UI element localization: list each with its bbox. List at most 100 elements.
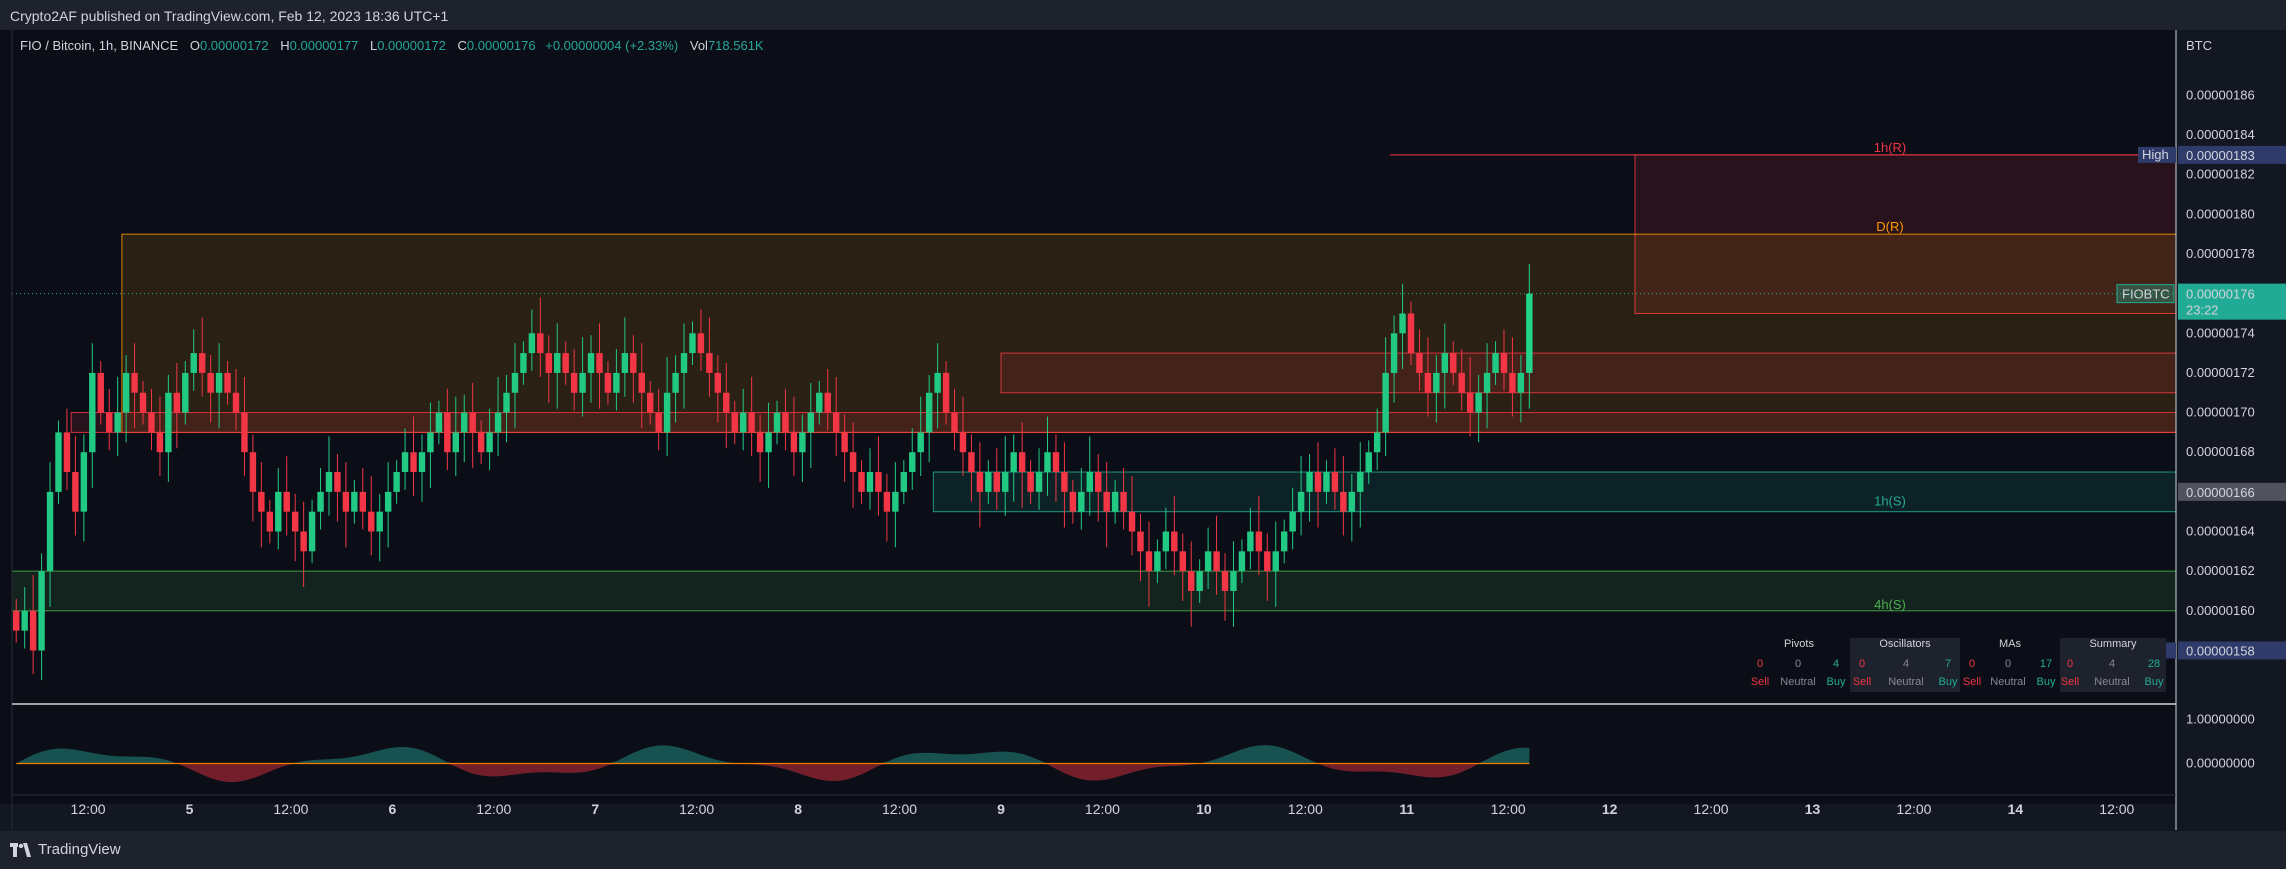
candle-body [477, 432, 485, 453]
volume-label: Vol [689, 38, 708, 53]
candle-body [756, 432, 764, 453]
candle-body [748, 412, 755, 433]
candle-body [334, 472, 341, 492]
candle-body [630, 353, 637, 373]
candle-body [1433, 372, 1440, 393]
candle-body [1230, 571, 1237, 591]
candle-body [1416, 353, 1423, 373]
candle-body [799, 432, 806, 453]
candle-body [1052, 452, 1060, 473]
candle-body [1306, 472, 1313, 492]
candle-body [1331, 472, 1339, 492]
candle-body [866, 472, 874, 492]
candle-body [139, 392, 147, 413]
candle-body [461, 412, 468, 433]
candle-body [368, 511, 375, 532]
candle-body [122, 372, 130, 413]
candle-body [723, 392, 730, 413]
widget-title: Pivots [1784, 638, 1814, 650]
buy-count: 28 [2147, 658, 2161, 670]
candle-body [934, 372, 941, 393]
high-tag-label: High [2142, 147, 2169, 162]
candle-body [917, 432, 924, 453]
candle-body [1044, 452, 1051, 473]
candle-body [1187, 571, 1195, 591]
candle-body [1340, 491, 1347, 512]
candle-body [469, 412, 476, 433]
candle-body [1010, 452, 1017, 473]
zone-box [1000, 352, 2177, 394]
candle-body [706, 353, 713, 373]
time-tick-label: 12:00 [1288, 801, 1323, 817]
time-tick-label: 12:00 [1085, 801, 1120, 817]
oscillator-tick-label: 1.00000000 [2186, 711, 2255, 726]
candle-body [672, 372, 679, 393]
zone-label: 1h(R) [1874, 140, 1907, 155]
candle-body [1111, 491, 1119, 512]
time-tick-label: 10 [1196, 801, 1212, 817]
candle-body [1061, 472, 1068, 492]
candle-body [494, 412, 502, 433]
buy-label: Buy [2144, 676, 2164, 688]
candle-body [1314, 472, 1322, 492]
candle-body [528, 333, 536, 354]
candle-body [215, 372, 223, 393]
candle-body [1365, 452, 1372, 473]
tradingview-brand[interactable]: TradingView [10, 841, 121, 858]
countdown-label: 23:22 [2186, 303, 2219, 318]
candle-body [29, 610, 37, 651]
candle-body [1221, 571, 1229, 591]
price-tick-label: 0.00000164 [2186, 524, 2255, 539]
candle-body [249, 452, 257, 492]
candle-body [291, 511, 299, 532]
candle-body [537, 333, 544, 354]
candle-body [604, 372, 612, 393]
candle-body [892, 491, 899, 512]
open-value: 0.00000172 [199, 38, 269, 53]
widget-col-mas: MAs 0 0 17 Sell Neutral Buy [1962, 638, 2058, 692]
candle-body [89, 372, 96, 453]
candle-body [1373, 432, 1381, 453]
technical-summary-widget: Pivots 0 0 4 Sell Neutral Buy Oscillators 0 4… [1750, 638, 2170, 692]
widget-title: MAs [1999, 638, 2021, 650]
price-tick-label: 0.00000168 [2186, 444, 2255, 459]
candle-body [925, 392, 933, 433]
candle-body [1475, 392, 1482, 413]
candle-body [1450, 353, 1457, 373]
candle-body [1348, 491, 1356, 512]
candle-body [841, 432, 848, 453]
zone-box [11, 570, 2177, 612]
high-price-label: 0.00000183 [2186, 148, 2255, 163]
candle-body [1382, 372, 1389, 433]
candle-body [148, 412, 155, 433]
open-label: O [189, 38, 200, 53]
price-tick-label: 0.00000178 [2186, 246, 2255, 261]
candle-body [1289, 511, 1296, 532]
candle-body [646, 392, 654, 413]
candle-body [1526, 293, 1533, 373]
candle-body [165, 392, 172, 453]
candle-body [596, 353, 603, 373]
candle-body [1162, 531, 1170, 552]
candle-body [1145, 551, 1153, 572]
candle-body [739, 412, 747, 433]
candle-body [275, 491, 282, 532]
time-tick-label: 12:00 [2099, 801, 2134, 817]
candle-body [300, 531, 307, 552]
sell-count: 0 [1858, 658, 1866, 670]
price-chart[interactable]: 1h(R) D(R) 1h(S) 4h(S) 0.00000186 0.00000184… [0, 0, 2286, 869]
sell-label: Sell [1962, 676, 1982, 688]
candle-body [1500, 353, 1508, 373]
candle-body [731, 412, 738, 433]
high-value: 0.00000177 [289, 38, 359, 53]
candle-body [359, 491, 367, 512]
time-tick-label: 11 [1399, 801, 1414, 817]
price-tick-label: 0.00000162 [2186, 563, 2255, 578]
candle-body [1078, 491, 1085, 512]
candle-body [1196, 571, 1203, 591]
neutral-count: 4 [1902, 658, 1910, 670]
candle-body [1154, 551, 1161, 572]
candle-body [900, 472, 908, 492]
candle-body [63, 432, 71, 473]
candle-body [401, 452, 409, 473]
